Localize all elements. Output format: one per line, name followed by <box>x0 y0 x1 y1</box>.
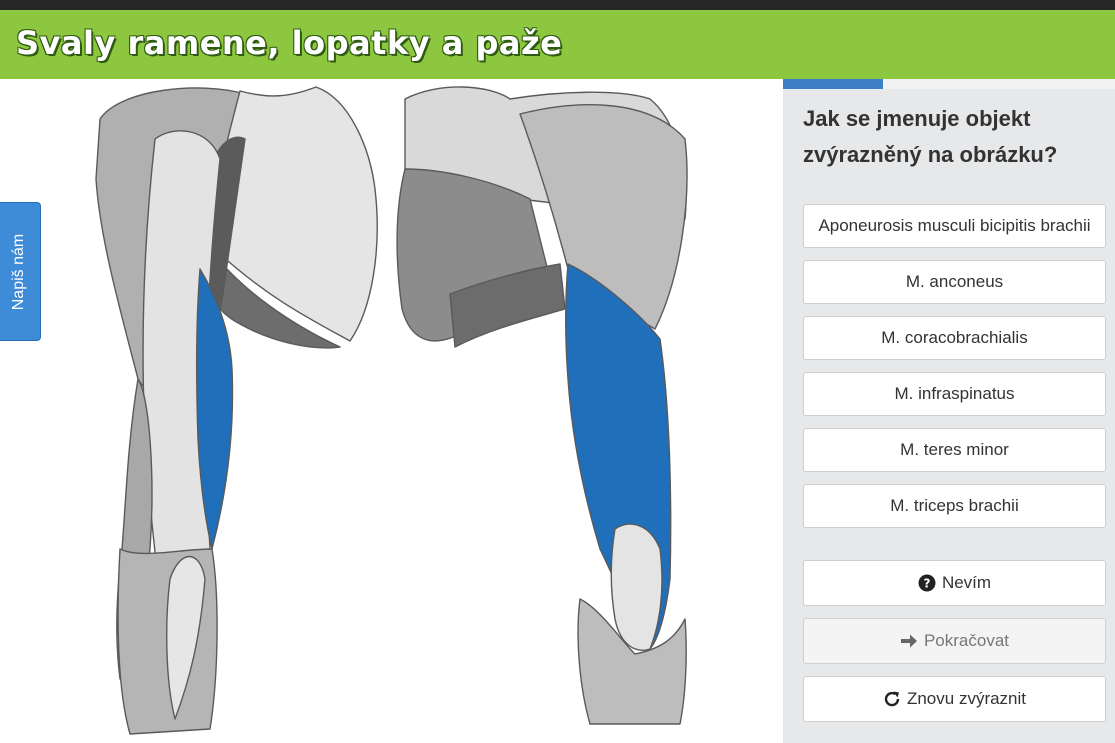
dont-know-button[interactable]: ? Nevím <box>803 560 1106 606</box>
progress-bar <box>783 79 1115 89</box>
dont-know-label: Nevím <box>941 573 992 592</box>
header: Svaly ramene, lopatky a paže <box>0 10 1115 79</box>
highlight-again-label: Znovu zvýraznit <box>906 689 1027 708</box>
answer-option[interactable]: M. triceps brachii <box>803 484 1106 528</box>
answer-option[interactable]: M. infraspinatus <box>803 372 1106 416</box>
quiz-panel: Jak se jmenuje objekt zvýrazněný na obrá… <box>783 79 1115 743</box>
top-bar <box>0 0 1115 10</box>
question-circle-icon: ? <box>918 574 936 592</box>
answer-option[interactable]: Aponeurosis musculi bicipitis brachii <box>803 204 1106 248</box>
page-title: Svaly ramene, lopatky a paže <box>16 24 563 62</box>
answer-option[interactable]: M. coracobrachialis <box>803 316 1106 360</box>
highlight-again-button[interactable]: Znovu zvýraznit <box>803 676 1106 722</box>
feedback-tab[interactable]: Napiš nám <box>0 202 41 341</box>
answer-option[interactable]: M. anconeus <box>803 260 1106 304</box>
continue-button[interactable]: Pokračovat <box>803 618 1106 664</box>
refresh-icon <box>883 690 901 708</box>
right-triceps-tendon <box>610 523 663 651</box>
progress-fill <box>783 79 883 89</box>
left-arm-illustration <box>95 86 378 735</box>
feedback-tab-label: Napiš nám <box>9 233 27 310</box>
svg-text:?: ? <box>923 577 930 591</box>
continue-label: Pokračovat <box>923 631 1010 650</box>
answer-option[interactable]: M. teres minor <box>803 428 1106 472</box>
question-text: Jak se jmenuje objekt zvýrazněný na obrá… <box>803 106 1058 167</box>
arrow-right-icon <box>900 632 918 650</box>
right-arm-illustration <box>396 86 688 725</box>
anatomy-figure <box>95 86 688 735</box>
